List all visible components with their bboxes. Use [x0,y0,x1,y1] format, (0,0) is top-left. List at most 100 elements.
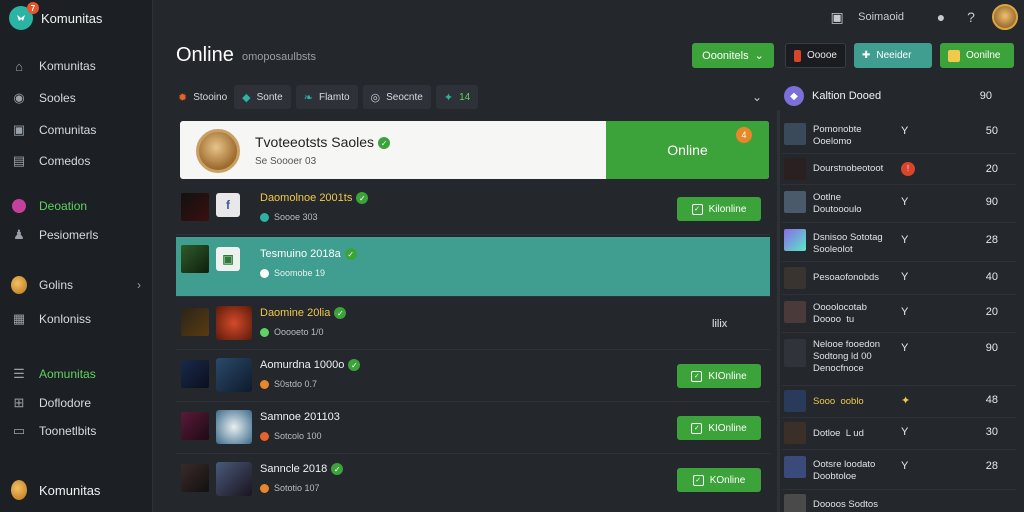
filter-chip[interactable]: ✹ Stooino [176,85,229,109]
diamond-icon: ◆ [242,91,251,104]
filter-chip[interactable]: ✦ 14 [435,85,479,109]
chevron-right-icon: › [137,278,141,292]
list-thumbnail [784,390,806,412]
table-row[interactable]: Sanncle 2018 ✓ Sototio 107 ✓ KOnline [176,456,770,512]
sidebar-item-pesiomerls[interactable]: ♟ Pesiomerls [11,227,141,243]
row-action-button[interactable]: ✓ Kilonline [677,197,761,221]
filter-chip[interactable]: ◎ Seocnte [362,85,431,109]
game-art-icon [216,306,252,340]
sidebar-item-label: Aomunitas [39,367,96,381]
row-thumbnail [181,412,209,440]
row-meta-text: Sototio 107 [274,483,320,493]
list-item[interactable]: Dsnisoo Sototag Sooleolot Y 28 [782,223,1016,262]
row-thumbnail [181,464,209,492]
filter-chip[interactable]: ❧ Flamto [295,85,358,109]
list-item-count: 28 [985,460,998,472]
filter-chip[interactable]: ◆ Sonte [234,85,291,109]
filter-label: Seocnte [386,91,423,103]
filter-label: Flamto [318,91,350,103]
chat-bubble-icon[interactable]: ● [932,8,950,26]
row-action-label: Kilonline [708,203,747,215]
puzzle-icon: ✚ [862,50,871,61]
row-name: Sanncle 2018 ✓ [260,463,344,476]
list-item[interactable]: Pesoaofonobds Y 40 [782,262,1016,295]
sidebar-item-toonetlbits[interactable]: ▭ Toonetlbits [11,423,141,439]
primary-button-label: Ooonitels [702,49,749,62]
brand[interactable]: 7 Komunitas [9,2,102,30]
row-name-text: Tesmuino 2018a [260,248,341,260]
list-item-count: 20 [985,306,998,318]
row-action-button[interactable]: ✓ KOnline [677,468,761,492]
right-button-ooooe[interactable]: Ooooe [785,43,846,68]
row-meta-text: S0stdo 0.7 [274,379,318,389]
scrollbar[interactable] [777,110,780,512]
list-item[interactable]: Sooo ooblo ✦ 48 [782,386,1016,418]
list-item[interactable]: Dotloe L ud Y 30 [782,418,1016,450]
list-item-name: Sooo ooblo [813,396,864,407]
table-row[interactable]: Daomine 20lia ✓ Ooooeto 1/0 lilix [176,300,770,350]
right-button-neeider[interactable]: ✚ Neeider [854,43,932,68]
list-item-name: Dotloe L ud [813,428,864,439]
right-button-oonilne[interactable]: Oonilne [940,43,1014,68]
list-item[interactable]: Doooos Sodtos [782,490,1016,512]
filter-label: Stooino [193,91,228,103]
sidebar-item-label: Deoation [39,199,88,213]
game-icon [794,49,801,62]
sidebar-item-komunitas[interactable]: ⌂ Komunitas [11,58,141,74]
sidebar-item-golins[interactable]: Golins › [11,276,141,294]
row-meta: Soomobe 19 [260,268,325,278]
sidebar-item-deoation[interactable]: Deoation [11,198,141,214]
row-action-button[interactable]: ✓ KIOnline [677,364,761,388]
filter-label: Sonte [256,91,283,103]
row-thumbnail [181,360,209,388]
leaf-icon: ❧ [303,91,313,104]
sidebar-item-komunitas-profile[interactable]: Komunitas [11,480,141,500]
sidebar-item-label: Konloniss [39,312,92,326]
check-box-icon: ✓ [691,422,703,434]
featured-title-text: Tvoteeotsts Saoles [255,134,375,150]
status-dot-icon [260,483,269,493]
right-button-label: Ooooe [806,50,837,61]
featured-subtitle: Se Soooer 03 [255,156,317,167]
sidebar-item-aomunitas[interactable]: ☰ Aomunitas [11,366,141,382]
list-item[interactable]: Oooolocotab Doooo tu Y 20 [782,295,1016,333]
check-icon: ✓ [356,192,369,205]
sidebar-item-sooles[interactable]: ◉ Sooles [11,90,141,106]
check-icon: ✓ [334,307,347,320]
row-action-button[interactable]: ✓ KIOnline [677,416,761,440]
table-row-selected[interactable]: ▣ Tesmuino 2018a ✓ Soomobe 19 [176,237,770,297]
list-item[interactable]: Nelooe fooedon Sodtong ld 00 Denocfnoce … [782,333,1016,386]
featured-card[interactable]: Tvoteeotsts Saoles ✓ Se Soooer 03 Online … [180,121,769,179]
status-dot-icon [260,268,269,278]
featured-badge: 4 [736,127,752,143]
list-item[interactable]: Ootsre loodato Doobtoloe Y 28 [782,450,1016,490]
globe-icon: ◎ [370,91,381,104]
row-thumbnail [181,193,209,221]
sidebar-item-comedos[interactable]: ▤ Comedos [11,153,141,169]
table-row[interactable]: f Daomolnoe 2001ts ✓ Soooe 303 ✓ Kilonline [176,185,770,235]
list-item[interactable]: Pomonobte Ooelomo Y 50 [782,117,1016,154]
chevron-down-icon[interactable]: ⌄ [752,90,762,104]
primary-dropdown-button[interactable]: Ooonitels ⌄ [692,43,774,68]
sidebar-item-doflodore[interactable]: ⊞ Doflodore [11,395,141,411]
list-item[interactable]: Ootlne Doutoooulo Y 90 [782,185,1016,223]
table-row[interactable]: Samnoe 201103 Sotcolo 100 ✓ KIOnline [176,404,770,454]
list-item-name: Dsnisoo Sototag Sooleolot [813,232,883,255]
row-meta-text: Sotcolo 100 [274,431,322,441]
row-meta: Soooe 303 [260,212,318,222]
row-name-text: Daomolnoe 2001ts [260,192,353,204]
sidebar-item-comunitas[interactable]: ▣ Comunitas [11,122,141,138]
list-thumbnail [784,158,806,180]
sidebar-item-konloniss[interactable]: ▦ Konloniss [11,311,141,327]
message-icon[interactable]: ▣ [828,8,846,26]
vote-icon: Y [901,460,909,472]
topbar-label[interactable]: Soimaoid [858,11,904,23]
list-item[interactable]: Dourstnobeotoot ! 20 [782,154,1016,185]
controller-icon: ▭ [12,423,26,438]
table-row[interactable]: Aomurdna 1000o ✓ S0stdo 0.7 ✓ KIOnline [176,352,770,402]
user-avatar[interactable] [992,4,1018,30]
help-icon[interactable]: ? [962,8,980,26]
list-item-name: Pomonobte Ooelomo [813,124,862,147]
game-art-icon [216,358,252,392]
row-name: Tesmuino 2018a ✓ [260,248,357,261]
